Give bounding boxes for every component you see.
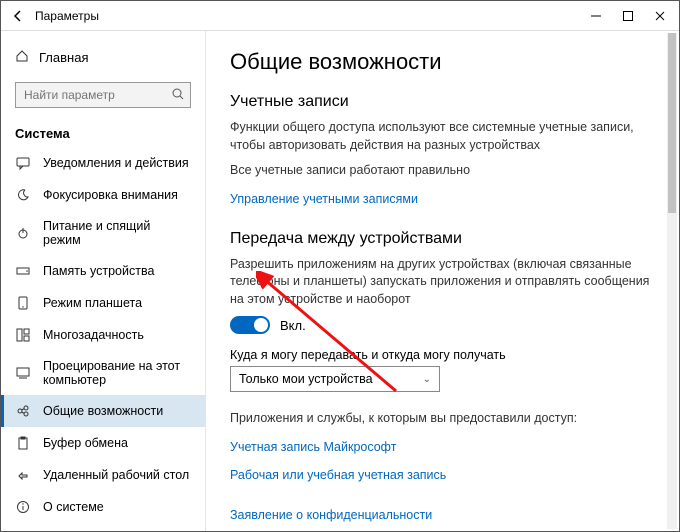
sidebar-item-label: Питание и спящий режим xyxy=(43,219,191,247)
sidebar-item-power[interactable]: Питание и спящий режим xyxy=(1,211,205,255)
share-icon xyxy=(15,403,31,419)
sidebar-item-multitask[interactable]: Многозадачность xyxy=(1,319,205,351)
sidebar-item-remote[interactable]: Удаленный рабочий стол xyxy=(1,459,205,491)
crossdevice-toggle[interactable] xyxy=(230,316,270,334)
back-button[interactable] xyxy=(9,7,27,25)
ms-account-link[interactable]: Учетная запись Майкрософт xyxy=(230,440,396,454)
multitask-icon xyxy=(15,327,31,343)
moon-icon xyxy=(15,187,31,203)
sidebar-item-label: Фокусировка внимания xyxy=(43,188,178,202)
sidebar-item-label: О системе xyxy=(43,500,104,514)
select-value: Только мои устройства xyxy=(239,372,373,386)
crossdevice-heading: Передача между устройствами xyxy=(230,230,655,248)
tablet-icon xyxy=(15,295,31,311)
sidebar-item-label: Многозадачность xyxy=(43,328,144,342)
sidebar-item-label: Память устройства xyxy=(43,264,154,278)
close-button[interactable] xyxy=(653,9,667,23)
sidebar: Главная Система Уведомления и действия Ф… xyxy=(1,31,206,531)
search-box[interactable] xyxy=(15,82,191,108)
apps-access-label: Приложения и службы, к которым вы предос… xyxy=(230,410,655,428)
work-account-link[interactable]: Рабочая или учебная учетная запись xyxy=(230,468,446,482)
sidebar-item-label: Буфер обмена xyxy=(43,436,128,450)
search-input[interactable] xyxy=(15,82,191,108)
accounts-status: Все учетные записи работают правильно xyxy=(230,162,655,180)
toggle-label: Вкл. xyxy=(280,318,306,333)
page-title: Общие возможности xyxy=(230,49,655,75)
sidebar-item-notifications[interactable]: Уведомления и действия xyxy=(1,147,205,179)
message-icon xyxy=(15,155,31,171)
accounts-heading: Учетные записи xyxy=(230,93,655,111)
manage-accounts-link[interactable]: Управление учетными записями xyxy=(230,192,418,206)
window-title: Параметры xyxy=(35,9,99,23)
storage-icon xyxy=(15,263,31,279)
sidebar-item-projecting[interactable]: Проецирование на этот компьютер xyxy=(1,351,205,395)
crossdevice-desc: Разрешить приложениям на других устройст… xyxy=(230,256,655,309)
sidebar-item-label: Уведомления и действия xyxy=(43,156,189,170)
remote-icon xyxy=(15,467,31,483)
clipboard-icon xyxy=(15,435,31,451)
search-icon xyxy=(171,87,185,104)
home-link[interactable]: Главная xyxy=(1,43,205,72)
sidebar-item-label: Режим планшета xyxy=(43,296,142,310)
sidebar-item-about[interactable]: О системе xyxy=(1,491,205,523)
sidebar-item-focus[interactable]: Фокусировка внимания xyxy=(1,179,205,211)
devices-select[interactable]: Только мои устройства ⌄ xyxy=(230,366,440,392)
sidebar-item-label: Проецирование на этот компьютер xyxy=(43,359,191,387)
sidebar-item-label: Общие возможности xyxy=(43,404,163,418)
minimize-button[interactable] xyxy=(589,9,603,23)
sidebar-item-tablet[interactable]: Режим планшета xyxy=(1,287,205,319)
select-label: Куда я могу передавать и откуда могу пол… xyxy=(230,348,655,362)
privacy-link[interactable]: Заявление о конфиденциальности xyxy=(230,508,432,522)
power-icon xyxy=(15,225,31,241)
maximize-button[interactable] xyxy=(621,9,635,23)
scrollbar-thumb[interactable] xyxy=(668,33,676,213)
content-pane: Общие возможности Учетные записи Функции… xyxy=(206,31,679,531)
home-label: Главная xyxy=(39,50,88,65)
sidebar-item-label: Удаленный рабочий стол xyxy=(43,468,189,482)
project-icon xyxy=(15,365,31,381)
info-icon xyxy=(15,499,31,515)
sidebar-item-storage[interactable]: Память устройства xyxy=(1,255,205,287)
scrollbar[interactable] xyxy=(667,33,677,529)
sidebar-item-clipboard[interactable]: Буфер обмена xyxy=(1,427,205,459)
section-heading: Система xyxy=(1,118,205,147)
accounts-desc: Функции общего доступа используют все си… xyxy=(230,119,655,154)
home-icon xyxy=(15,49,29,66)
chevron-down-icon: ⌄ xyxy=(423,374,431,385)
sidebar-item-shared[interactable]: Общие возможности xyxy=(1,395,205,427)
